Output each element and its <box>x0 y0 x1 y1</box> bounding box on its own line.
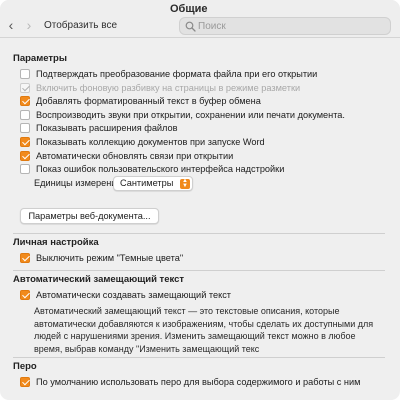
search-field[interactable] <box>179 17 391 35</box>
option-label: Выключить режим "Темные цвета" <box>36 253 184 263</box>
section-title-personal: Личная настройка <box>13 237 99 248</box>
checkbox <box>20 83 30 93</box>
section-title-alt-text: Автоматический замещающий текст <box>13 274 185 285</box>
preferences-window: Общие ‹ › Отобразить все Параметры Подтв… <box>0 0 400 400</box>
option-update-links[interactable]: Автоматически обновлять связи при открыт… <box>20 150 233 162</box>
option-label: Воспроизводить звуки при открытии, сохра… <box>36 110 345 120</box>
option-show-extensions[interactable]: Показывать расширения файлов <box>20 122 178 134</box>
section-title-params: Параметры <box>13 53 67 64</box>
divider <box>13 233 385 234</box>
option-addin-errors[interactable]: Показ ошибок пользовательского интерфейс… <box>20 163 284 175</box>
option-show-gallery[interactable]: Показывать коллекцию документов при запу… <box>20 136 265 148</box>
option-formatted-clipboard[interactable]: Добавлять форматированный текст в буфер … <box>20 95 261 107</box>
units-select[interactable]: Сантиметры ▲ ▼ <box>113 176 193 191</box>
option-auto-alt-text[interactable]: Автоматически создавать замещающий текст <box>20 289 231 301</box>
checkbox[interactable] <box>20 164 30 174</box>
forward-icon[interactable]: › <box>22 18 36 32</box>
divider <box>13 270 385 271</box>
window-title: Общие <box>170 3 208 15</box>
title-bar: Общие ‹ › Отобразить все <box>0 0 400 38</box>
option-background-pagination: Включить фоновую разбивку на страницы в … <box>20 82 300 94</box>
checkbox[interactable] <box>20 96 30 106</box>
option-confirm-conversion[interactable]: Подтверждать преобразование формата файл… <box>20 68 317 80</box>
option-label: По умолчанию использовать перо для выбор… <box>36 377 361 387</box>
web-document-options-button[interactable]: Параметры веб-документа... <box>20 208 159 224</box>
checkbox[interactable] <box>20 110 30 120</box>
checkbox[interactable] <box>20 253 30 263</box>
units-label: Единицы измерения: <box>34 178 124 188</box>
option-default-pen[interactable]: По умолчанию использовать перо для выбор… <box>20 376 360 388</box>
search-input[interactable] <box>198 19 383 33</box>
option-play-sounds[interactable]: Воспроизводить звуки при открытии, сохра… <box>20 109 345 121</box>
option-dark-mode[interactable]: Выключить режим "Темные цвета" <box>20 252 183 264</box>
checkbox[interactable] <box>20 69 30 79</box>
description-line: время, выбрав команду "Изменить замещающ… <box>34 343 260 354</box>
checkbox[interactable] <box>20 377 30 387</box>
checkbox[interactable] <box>20 123 30 133</box>
option-label: Автоматически обновлять связи при открыт… <box>36 151 234 161</box>
description-line: автоматически добавляются к изображениям… <box>34 318 374 329</box>
option-label: Показывать коллекцию документов при запу… <box>36 137 265 147</box>
alt-text-description: Автоматический замещающий текст — это те… <box>34 305 380 355</box>
option-label: Показ ошибок пользовательского интерфейс… <box>36 164 285 174</box>
search-icon <box>185 21 196 32</box>
description-line: Автоматический замещающий текст — это те… <box>34 306 340 316</box>
checkbox[interactable] <box>20 290 30 300</box>
units-value: Сантиметры <box>120 178 174 188</box>
section-title-pen: Перо <box>13 361 37 372</box>
divider <box>13 357 385 358</box>
option-label: Автоматически создавать замещающий текст <box>36 290 232 300</box>
checkbox[interactable] <box>20 137 30 147</box>
checkbox[interactable] <box>20 151 30 161</box>
back-icon[interactable]: ‹ <box>4 18 18 32</box>
option-label: Показывать расширения файлов <box>36 123 178 133</box>
updown-chevron-icon: ▲ ▼ <box>180 178 190 189</box>
description-line: людей с нарушениями зрения. Изменить зам… <box>34 331 356 341</box>
option-label: Подтверждать преобразование формата файл… <box>36 69 318 79</box>
show-all-button[interactable]: Отобразить все <box>40 17 121 35</box>
option-label: Включить фоновую разбивку на страницы в … <box>36 83 301 93</box>
option-label: Добавлять форматированный текст в буфер … <box>36 96 261 106</box>
